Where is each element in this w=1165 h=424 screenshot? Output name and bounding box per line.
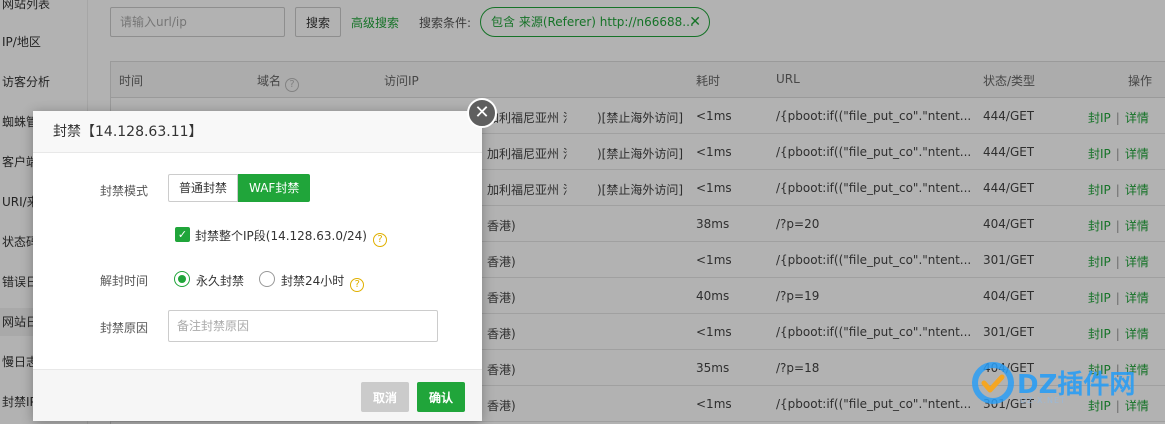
watermark-subtext: DZ-X.NET	[1020, 396, 1066, 405]
block-mode-label: 封禁模式	[99, 184, 148, 198]
watermark-logo: DZ插件网 DZ-X.NET	[972, 360, 1162, 410]
waf-block-button[interactable]: WAF封禁	[238, 174, 311, 202]
block-24h-label: 封禁24小时	[281, 274, 345, 288]
permanent-block-label: 永久封禁	[196, 274, 245, 288]
close-icon[interactable]: ✕	[467, 98, 497, 128]
help-icon[interactable]: ?	[372, 233, 387, 247]
logo-icon	[972, 362, 1014, 404]
unblock-time-label: 解封时间	[99, 274, 148, 288]
dialog-footer: 取消 确认	[33, 369, 482, 421]
block-subnet-checkbox[interactable]: ✓	[175, 227, 190, 242]
block-subnet-option: 封禁整个IP段(14.128.63.0/24)?	[195, 227, 387, 247]
permanent-block-radio[interactable]	[174, 271, 190, 287]
block-reason-label: 封禁原因	[99, 321, 148, 335]
block-subnet-label: 封禁整个IP段(14.128.63.0/24)	[195, 229, 367, 243]
cancel-button[interactable]: 取消	[361, 382, 409, 412]
dialog-title: 封禁【14.128.63.11】	[33, 111, 482, 153]
block-mode-toggle: 普通封禁 WAF封禁	[168, 174, 311, 202]
block-reason-input[interactable]	[168, 310, 438, 342]
block-ip-dialog: 封禁【14.128.63.11】 封禁模式 普通封禁 WAF封禁 ✓ 封禁整个I…	[33, 111, 482, 421]
confirm-button[interactable]: 确认	[417, 382, 465, 412]
block-24h-option: 封禁24小时?	[281, 272, 365, 292]
normal-block-button[interactable]: 普通封禁	[168, 174, 239, 202]
help-icon[interactable]: ?	[350, 278, 365, 292]
block-24h-radio[interactable]	[259, 271, 275, 287]
